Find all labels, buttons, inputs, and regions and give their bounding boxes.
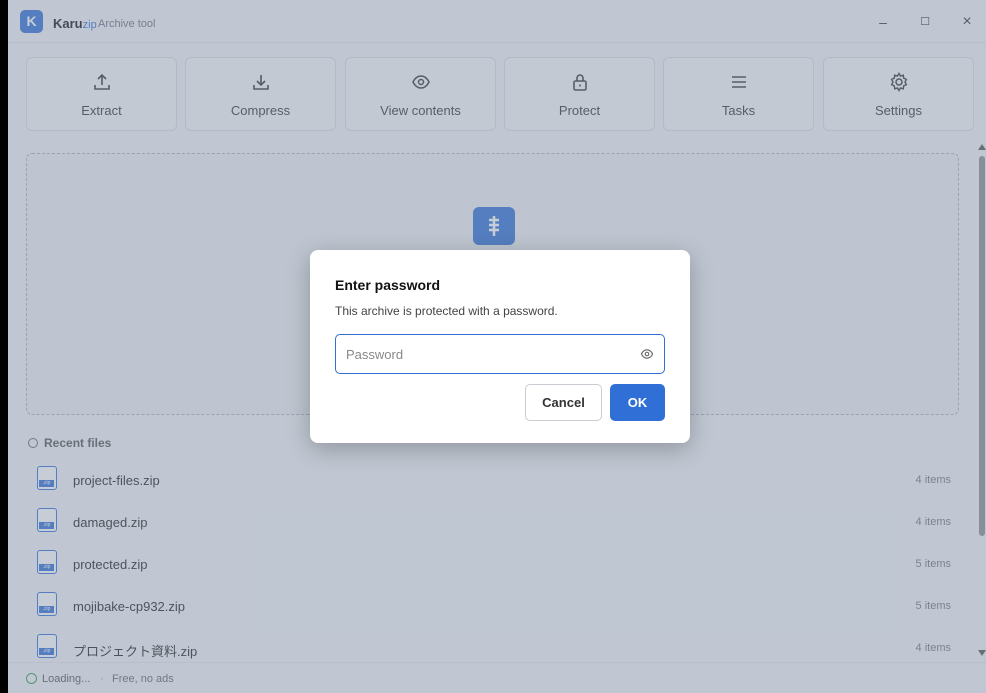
password-field[interactable] — [335, 334, 665, 374]
app-window: K Karuzip Archive tool – ☐ × Extract Com… — [8, 0, 986, 693]
password-dialog: Enter password This archive is protected… — [310, 250, 690, 443]
dialog-title: Enter password — [335, 277, 441, 293]
dialog-description: This archive is protected with a passwor… — [335, 304, 558, 318]
ok-button[interactable]: OK — [610, 384, 665, 421]
password-input[interactable] — [346, 344, 626, 364]
show-password-icon[interactable] — [640, 347, 654, 361]
cancel-button[interactable]: Cancel — [525, 384, 602, 421]
